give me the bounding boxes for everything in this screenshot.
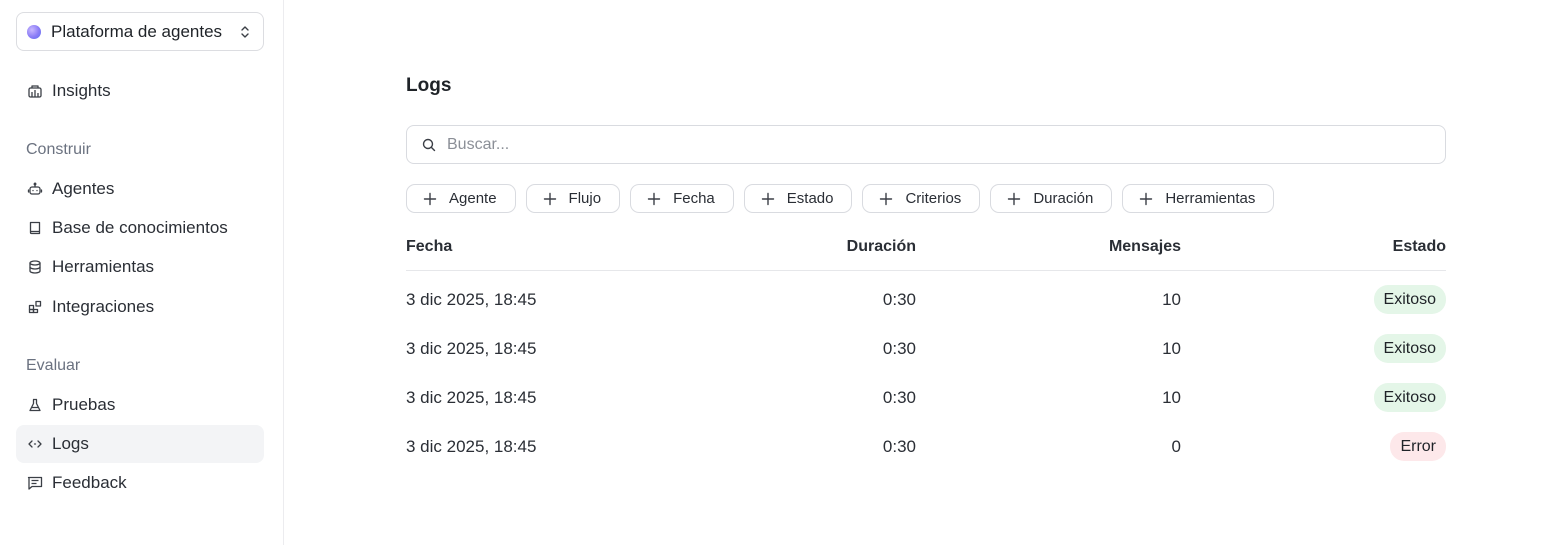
cell-mensajes: 10 <box>1162 388 1181 407</box>
database-icon <box>26 258 44 276</box>
flask-icon <box>26 396 44 414</box>
filter-chip-flujo[interactable]: Flujo <box>525 184 621 213</box>
sidebar-item-label: Insights <box>52 81 111 100</box>
message-icon <box>26 474 44 492</box>
sidebar-item-label: Feedback <box>52 473 127 492</box>
sidebar-item-insights[interactable]: Insights <box>16 72 264 110</box>
cell-duracion: 0:30 <box>882 388 916 407</box>
filter-chip-label: Herramientas <box>1165 190 1256 207</box>
sidebar-item-label: Logs <box>52 434 89 453</box>
plus-icon <box>880 192 893 205</box>
sidebar-item-agentes[interactable]: Agentes <box>16 170 264 208</box>
filter-chip-estado[interactable]: Estado <box>743 184 853 213</box>
column-header-duracion[interactable]: Duración <box>847 238 916 256</box>
sidebar-item-label: Base de conocimientos <box>52 218 228 237</box>
sidebar-item-base-de-conocimientos[interactable]: Base de conocimientos <box>16 209 264 247</box>
filter-chip-label: Duración <box>1033 190 1094 207</box>
plus-icon <box>761 192 774 205</box>
sidebar-item-label: Agentes <box>52 179 115 198</box>
filter-chip-label: Agente <box>449 190 497 207</box>
filter-chip-fecha[interactable]: Fecha <box>630 184 734 213</box>
plus-icon <box>1140 192 1153 205</box>
sidebar-item-herramientas[interactable]: Herramientas <box>16 248 264 286</box>
cell-fecha: 3 dic 2025, 18:45 <box>406 437 537 456</box>
sidebar-item-pruebas[interactable]: Pruebas <box>16 386 264 424</box>
cell-duracion: 0:30 <box>882 339 916 358</box>
filter-chip-duracion[interactable]: Duración <box>990 184 1113 213</box>
filter-chip-label: Estado <box>786 190 834 207</box>
cell-mensajes: 10 <box>1162 290 1181 309</box>
robot-icon <box>26 180 44 198</box>
table-row[interactable]: 3 dic 2025, 18:45 0:30 10 Exitoso <box>406 271 1446 320</box>
status-badge: Exitoso <box>1373 285 1446 314</box>
book-icon <box>26 219 44 237</box>
cell-fecha: 3 dic 2025, 18:45 <box>406 388 537 407</box>
integrations-icon <box>26 298 44 316</box>
filter-chip-label: Flujo <box>568 190 602 207</box>
cell-fecha: 3 dic 2025, 18:45 <box>406 290 537 309</box>
sidebar-item-feedback[interactable]: Feedback <box>16 464 264 502</box>
workspace-name: Plataforma de agentes <box>51 21 223 41</box>
workspace-switcher[interactable]: Plataforma de agentes <box>16 12 264 51</box>
table-row[interactable]: 3 dic 2025, 18:45 0:30 0 Error <box>406 418 1446 467</box>
status-badge: Exitoso <box>1373 383 1446 412</box>
column-header-fecha[interactable]: Fecha <box>406 238 452 256</box>
search-input[interactable] <box>447 135 1347 154</box>
sidebar-item-integraciones[interactable]: Integraciones <box>16 288 264 326</box>
cell-mensajes: 10 <box>1162 339 1181 358</box>
filter-chip-agente[interactable]: Agente <box>406 184 516 213</box>
cell-mensajes: 0 <box>1171 437 1181 456</box>
cell-fecha: 3 dic 2025, 18:45 <box>406 339 537 358</box>
insights-icon <box>26 82 44 100</box>
workspace-logo-icon <box>27 24 41 39</box>
table-row[interactable]: 3 dic 2025, 18:45 0:30 10 Exitoso <box>406 369 1446 418</box>
search-bar[interactable] <box>406 125 1446 164</box>
status-badge: Error <box>1390 432 1446 461</box>
sidebar-item-label: Pruebas <box>52 395 116 414</box>
sidebar-item-logs[interactable]: Logs <box>16 425 264 463</box>
plus-icon <box>423 192 437 205</box>
filter-chip-label: Criterios <box>905 190 962 207</box>
table-header: Fecha Duración Mensajes Estado <box>406 232 1446 271</box>
section-title-evaluar: Evaluar <box>26 357 81 374</box>
plus-icon <box>1008 192 1021 205</box>
status-badge: Exitoso <box>1373 334 1446 363</box>
column-header-estado[interactable]: Estado <box>1393 238 1446 256</box>
sidebar-item-label: Integraciones <box>52 297 155 316</box>
chevron-up-down-icon <box>241 25 249 38</box>
plus-icon <box>543 192 556 205</box>
filter-bar: Agente Flujo Fecha Estado Criterios Dura… <box>406 184 1275 213</box>
filter-chip-herramientas[interactable]: Herramientas <box>1122 184 1275 213</box>
sidebar-item-label: Herramientas <box>52 257 155 276</box>
table-row[interactable]: 3 dic 2025, 18:45 0:30 10 Exitoso <box>406 320 1446 369</box>
code-icon <box>26 435 44 453</box>
search-icon <box>422 138 436 151</box>
page-title: Logs <box>406 75 452 96</box>
section-title-construir: Construir <box>26 141 91 158</box>
cell-duracion: 0:30 <box>882 437 916 456</box>
filter-chip-criterios[interactable]: Criterios <box>862 184 981 213</box>
column-header-mensajes[interactable]: Mensajes <box>1109 238 1181 256</box>
filter-chip-label: Fecha <box>673 190 715 207</box>
plus-icon <box>647 192 661 205</box>
logs-table: Fecha Duración Mensajes Estado 3 dic 202… <box>406 232 1446 467</box>
cell-duracion: 0:30 <box>882 290 916 309</box>
sidebar: Plataforma de agentes Insights Construir… <box>0 0 284 545</box>
